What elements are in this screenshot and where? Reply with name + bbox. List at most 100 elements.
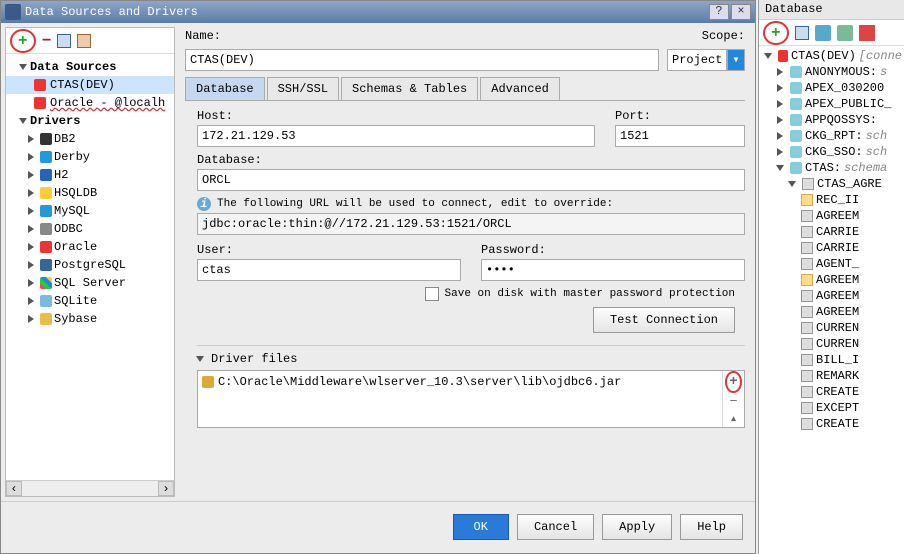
tree-column[interactable]: CARRIE [759,240,904,256]
db-icon [40,151,52,163]
user-input[interactable] [197,259,461,281]
ok-button[interactable]: OK [453,514,509,540]
datasources-section[interactable]: Data Sources [6,58,174,76]
expand-icon [28,189,34,197]
tree-schema[interactable]: APEX_PUBLIC_ [759,96,904,112]
tree-column[interactable]: AGREEM [759,288,904,304]
tree-column[interactable]: CURREN [759,320,904,336]
help-button[interactable]: Help [680,514,743,540]
datasources-dialog: Data Sources and Drivers ? × + − Data So… [0,0,756,554]
tree-column[interactable]: EXCEPT [759,400,904,416]
save-password-label: Save on disk with master password protec… [445,288,735,300]
left-sidebar: + − Data Sources CTAS(DEV)Oracle - @loca… [5,27,175,497]
db-icon [40,313,52,325]
oracle-icon [778,50,788,62]
scope-label: Scope: [702,29,745,43]
copy-icon[interactable] [795,26,809,40]
add-highlight: + [10,29,36,53]
add-button[interactable]: + [771,24,781,42]
tree-column[interactable]: CURREN [759,336,904,352]
scope-select[interactable] [667,49,727,71]
copy-icon[interactable] [57,34,71,48]
tree-driver-item[interactable]: H2 [6,166,174,184]
tree-column[interactable]: AGENT_ [759,256,904,272]
tab-schemas-tables[interactable]: Schemas & Tables [341,77,478,100]
remove-datasource-button[interactable]: − [42,32,52,50]
tree-schema[interactable]: CKG_RPT: sch [759,128,904,144]
cancel-button[interactable]: Cancel [517,514,594,540]
tree-driver-item[interactable]: SQLite [6,292,174,310]
expand-icon [28,261,34,269]
datasource-tree: Data Sources CTAS(DEV)Oracle - @localh D… [6,54,174,480]
tree-datasource[interactable]: CTAS(DEV) [conne [759,48,904,64]
tree-schema[interactable]: CTAS: schema [759,160,904,176]
tree-driver-item[interactable]: Derby [6,148,174,166]
host-label: Host: [197,109,595,123]
horizontal-scrollbar[interactable]: ‹ › [6,480,174,496]
scope-dropdown-icon[interactable]: ▾ [727,49,745,71]
app-icon [5,4,21,20]
name-input[interactable] [185,49,659,71]
add-datasource-button[interactable]: + [18,32,28,50]
driver-files-list: C:\Oracle\Middleware\wlserver_10.3\serve… [197,370,745,428]
tree-driver-item[interactable]: Sybase [6,310,174,328]
tree-driver-item[interactable]: PostgreSQL [6,256,174,274]
tree-schema[interactable]: CKG_SSO: sch [759,144,904,160]
tree-column[interactable]: AGREEM [759,304,904,320]
move-up-button[interactable]: ▴ [729,410,739,427]
window-help-icon[interactable]: ? [709,4,729,20]
database-tree: CTAS(DEV) [conne ANONYMOUS: sAPEX_030200… [759,46,904,434]
tree-datasource-item[interactable]: CTAS(DEV) [6,76,174,94]
jar-icon [202,376,214,388]
save-password-checkbox[interactable] [425,287,439,301]
test-connection-button[interactable]: Test Connection [593,307,735,333]
column-icon [801,226,813,238]
tree-column[interactable]: CREATE [759,384,904,400]
refresh-icon[interactable] [815,25,831,41]
remove-driver-button[interactable]: − [729,393,739,410]
apply-button[interactable]: Apply [602,514,672,540]
port-input[interactable] [615,125,745,147]
password-input[interactable] [481,259,745,281]
properties-icon[interactable] [837,25,853,41]
tree-driver-item[interactable]: Oracle [6,238,174,256]
database-input[interactable] [197,169,745,191]
tree-column[interactable]: REMARK [759,368,904,384]
tree-driver-item[interactable]: ODBC [6,220,174,238]
tree-column[interactable]: CREATE [759,416,904,432]
tree-column[interactable]: BILL_I [759,352,904,368]
tree-schema[interactable]: APEX_030200 [759,80,904,96]
tree-schema[interactable]: APPQOSSYS: [759,112,904,128]
settings-icon[interactable] [77,34,91,48]
tree-driver-item[interactable]: DB2 [6,130,174,148]
tree-column[interactable]: AGREEM [759,272,904,288]
driver-file-item[interactable]: C:\Oracle\Middleware\wlserver_10.3\serve… [202,375,718,389]
expand-icon [28,297,34,305]
title-bar[interactable]: Data Sources and Drivers ? × [1,1,755,23]
close-icon[interactable]: × [731,4,751,20]
tree-column[interactable]: AGREEM [759,208,904,224]
scroll-right-icon[interactable]: › [158,481,174,496]
stop-icon[interactable] [859,25,875,41]
tree-schema[interactable]: ANONYMOUS: s [759,64,904,80]
tree-table[interactable]: CTAS_AGRE [759,176,904,192]
tool-window-title: Database [759,0,904,20]
tab-ssh-ssl[interactable]: SSH/SSL [267,77,339,100]
tree-column[interactable]: CARRIE [759,224,904,240]
column-icon [801,242,813,254]
drivers-section[interactable]: Drivers [6,112,174,130]
expand-icon[interactable] [196,356,204,362]
tab-database[interactable]: Database [185,77,265,100]
add-driver-button[interactable]: + [728,373,738,391]
scroll-left-icon[interactable]: ‹ [6,481,22,496]
tree-driver-item[interactable]: SQL Server [6,274,174,292]
info-icon: i [197,197,211,211]
url-input[interactable] [197,213,745,235]
tab-advanced[interactable]: Advanced [480,77,560,100]
host-input[interactable] [197,125,595,147]
tree-datasource-item[interactable]: Oracle - @localh [6,94,174,112]
db-icon [40,295,52,307]
tree-column[interactable]: REC_II [759,192,904,208]
tree-driver-item[interactable]: MySQL [6,202,174,220]
tree-driver-item[interactable]: HSQLDB [6,184,174,202]
